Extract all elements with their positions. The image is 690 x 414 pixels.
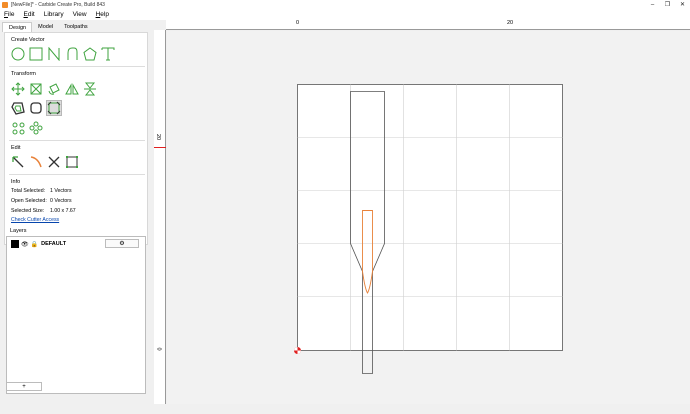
trim-icon [30,156,42,168]
rotate-icon [48,83,60,95]
boolean-tool[interactable] [46,100,62,116]
menu-bar: File Edit Library View Help [0,9,690,20]
cut-tool[interactable] [46,154,62,170]
minimize-button[interactable]: – [645,0,660,9]
rotate-tool[interactable] [46,81,62,97]
ruler-top-label: 0 [296,20,300,26]
selected-size-value: 1.00 x 7.67 [50,208,76,214]
open-selected-label: Open Selected: [11,198,47,204]
tab-model[interactable]: Model [32,22,58,32]
offset-tool[interactable] [10,100,26,116]
text-tool[interactable] [100,46,116,62]
curve-tool[interactable] [64,46,80,62]
curve-icon [67,47,78,60]
circle-tool[interactable] [10,46,26,62]
selected-size-label: Selected Size: [11,208,45,214]
text-icon [101,47,115,61]
layer-color-swatch[interactable] [11,240,19,248]
divider [9,66,145,67]
transform-heading: Transform [11,71,36,77]
tab-design[interactable]: Design [2,22,33,32]
fillet-tool[interactable] [28,100,44,116]
ruler-cursor-marker [154,147,166,148]
open-selected-value: 0 Vectors [50,198,72,204]
design-panel: Create Vector Transform Edit Info Total … [4,32,148,245]
edit-heading: Edit [11,145,21,151]
mirror-tool[interactable] [64,81,80,97]
bounding-box-tool[interactable] [64,154,80,170]
workspace: 0 20 20 0 [154,20,690,414]
tab-toolpaths[interactable]: Toolpaths [58,22,93,32]
flip-icon [84,82,96,96]
mirror-icon [65,83,79,95]
layer-settings-button[interactable]: ⚙ [105,239,139,248]
left-panel: Design Model Toolpaths Create Vector Tra… [0,20,150,414]
add-layer-button[interactable]: + [6,382,42,391]
origin-marker [294,347,301,354]
scale-icon [30,83,42,95]
selected-size-row: Selected Size: 1.00 x 7.67 [11,208,76,214]
fillet-icon [30,102,42,114]
offset-icon [11,102,25,115]
menu-help[interactable]: Help [92,11,114,18]
eye-icon[interactable]: 👁 [21,241,29,248]
bounding-box-icon [66,156,78,168]
align-tool[interactable] [10,120,26,136]
window-controls: – ❐ ✕ [645,0,690,9]
menu-file[interactable]: File [0,11,20,18]
open-selected-row: Open Selected: 0 Vectors [11,198,72,204]
app-icon [2,1,8,8]
ruler-top-label: 20 [507,20,514,26]
check-cutter-access-link[interactable]: Check Cutter Access [11,217,59,223]
restore-button[interactable]: ❐ [660,0,675,9]
menu-view[interactable]: View [69,11,92,18]
array-tool[interactable] [28,120,44,136]
circle-icon [11,47,25,61]
window-title: [NewFile]* - Carbide Create Pro, Build 8… [11,1,105,8]
node-edit-tool[interactable] [10,154,26,170]
canvas-svg[interactable] [167,31,690,404]
gear-icon: ⚙ [119,241,125,247]
total-selected-label: Total Selected: [11,188,46,194]
array-icon [29,121,43,135]
info-heading: Info [11,179,21,185]
title-bar: [NewFile]* - Carbide Create Pro, Build 8… [0,0,690,9]
close-button[interactable]: ✕ [675,0,690,9]
move-tool[interactable] [10,81,26,97]
left-ruler: 20 0 [154,30,166,404]
polygon-tool[interactable] [82,46,98,62]
menu-library[interactable]: Library [40,11,69,18]
layers-heading: Layers [10,228,27,234]
divider [9,140,145,141]
create-vector-heading: Create Vector [11,37,45,43]
rectangle-icon [29,47,43,61]
menu-edit[interactable]: Edit [20,11,40,18]
total-selected-value: 1 Vectors [50,188,72,194]
total-selected-row: Total Selected: 1 Vectors [11,188,72,194]
polygon-icon [83,47,97,61]
scale-tool[interactable] [28,81,44,97]
polyline-tool[interactable] [46,46,62,62]
ruler-left-label: 20 [155,133,162,141]
layers-list: 👁 🔒 DEFAULT ⚙ [6,236,146,394]
lock-icon[interactable]: 🔒 [31,241,38,248]
trim-tool[interactable] [28,154,44,170]
layer-row-default[interactable]: 👁 🔒 DEFAULT ⚙ [11,239,143,249]
ruler-left-label: 0 [155,347,162,351]
divider [9,174,145,175]
top-ruler: 0 20 [166,20,690,30]
flip-tool[interactable] [82,81,98,97]
align-icon [12,122,25,135]
design-canvas[interactable] [167,31,690,404]
tab-bar: Design Model Toolpaths [2,22,93,32]
rectangle-tool[interactable] [28,46,44,62]
node-edit-icon [12,156,24,168]
boolean-icon [47,101,61,115]
stock-boundary [297,84,563,351]
cut-icon [48,156,60,168]
layer-name: DEFAULT [41,241,67,247]
move-icon [11,82,25,96]
polyline-icon [48,47,60,61]
